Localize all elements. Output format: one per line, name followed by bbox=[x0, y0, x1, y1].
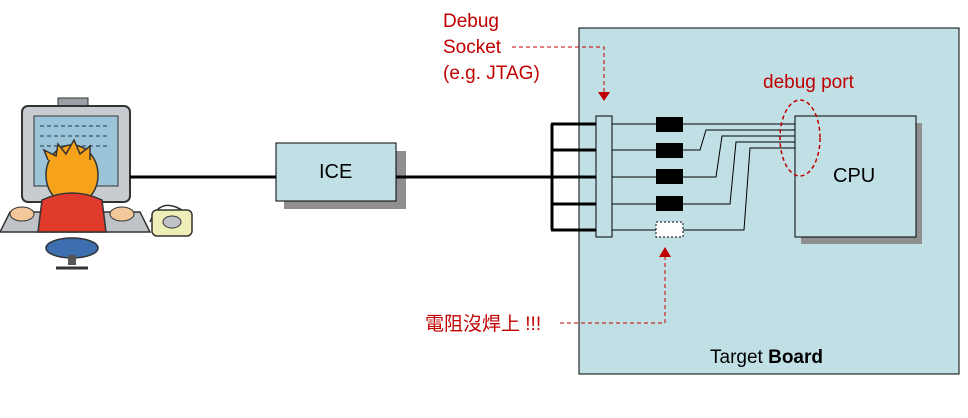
resistor-note: 電阻沒焊上 !!! bbox=[425, 314, 542, 335]
debug-socket-label-line2: Socket bbox=[443, 37, 502, 58]
debug-port-label: debug port bbox=[763, 72, 854, 93]
debug-socket bbox=[595, 115, 613, 238]
diagram-stage: Debug Socket (e.g. JTAG) debug port ICE … bbox=[0, 0, 968, 413]
user-at-computer-icon bbox=[0, 97, 193, 270]
resistor bbox=[656, 117, 683, 132]
ice-label: ICE bbox=[319, 161, 353, 183]
resistor bbox=[656, 196, 683, 211]
debug-socket-label-line3: (e.g. JTAG) bbox=[443, 63, 540, 84]
target-board-label-normal: Target bbox=[710, 347, 769, 368]
target-board-label: Target Board bbox=[710, 347, 823, 369]
missing-resistor bbox=[655, 221, 684, 238]
debug-socket-label: Debug Socket (e.g. JTAG) bbox=[443, 9, 540, 87]
resistor bbox=[656, 169, 683, 184]
resistor bbox=[656, 143, 683, 158]
cpu-label: CPU bbox=[833, 165, 876, 187]
debug-socket-label-line1: Debug bbox=[443, 11, 499, 32]
target-board-label-bold: Board bbox=[768, 347, 823, 368]
